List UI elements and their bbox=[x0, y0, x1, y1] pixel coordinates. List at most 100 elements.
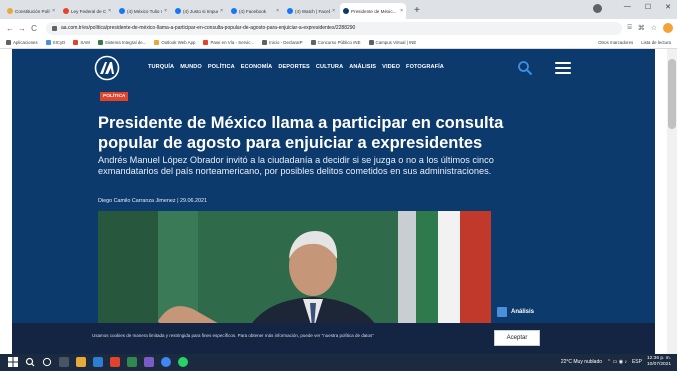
tab-title: (4) Justo si Impuesto... bbox=[183, 8, 218, 14]
edge-icon[interactable] bbox=[93, 357, 103, 367]
tab-title: Ley Federal de Consu... bbox=[71, 8, 107, 14]
back-button[interactable]: ← bbox=[4, 24, 16, 33]
tab-strip: Constitución Política...×Ley Federal de … bbox=[0, 0, 677, 19]
screen: Constitución Política...×Ley Federal de … bbox=[0, 0, 677, 371]
browser-tab[interactable]: Constitución Política...× bbox=[4, 3, 58, 19]
address-bar[interactable]: aa.com.tr/es/política/presidente-de-méxi… bbox=[46, 21, 622, 35]
weather-widget[interactable]: 22°C Muy nublado bbox=[561, 359, 602, 365]
windows-taskbar: 22°C Muy nublado ⌃ ▭ ◉ ♪ ESP 12:36 p. m.… bbox=[0, 354, 677, 371]
bookmark-item[interactable]: Aplicaciones bbox=[6, 40, 38, 45]
tab-favicon-icon bbox=[7, 8, 13, 14]
tab-close-icon[interactable]: × bbox=[332, 8, 335, 14]
related-section-label: Análisis bbox=[511, 309, 535, 315]
account-avatar[interactable] bbox=[663, 23, 673, 33]
task-view-icon[interactable] bbox=[42, 357, 52, 367]
page-scrollbar[interactable] bbox=[667, 49, 677, 354]
browser-tab[interactable]: (4) México Tulio Serv...× bbox=[116, 3, 170, 19]
related-section-link[interactable]: Análisis bbox=[497, 307, 534, 317]
excel-icon[interactable] bbox=[127, 357, 137, 367]
scrollbar-thumb[interactable] bbox=[668, 59, 676, 129]
tab-close-icon[interactable]: × bbox=[108, 8, 111, 14]
office-icon[interactable] bbox=[110, 357, 120, 367]
bookmark-favicon-icon bbox=[97, 40, 103, 45]
minimize-button[interactable]: — bbox=[624, 3, 631, 11]
teams-icon[interactable] bbox=[144, 357, 154, 367]
bookmark-favicon-icon bbox=[6, 40, 11, 45]
clock[interactable]: 12:36 p. m. 10/07/2021 bbox=[647, 356, 671, 368]
profile-icon[interactable] bbox=[593, 4, 602, 13]
bookmark-label: Pase en Vía - Servic... bbox=[210, 40, 255, 45]
analysis-icon bbox=[497, 307, 507, 317]
other-bookmarks-folder[interactable]: Otros marcadores bbox=[598, 40, 633, 45]
site-nav-item[interactable]: MUNDO bbox=[180, 64, 202, 70]
tab-close-icon[interactable]: × bbox=[400, 8, 403, 14]
site-nav-item[interactable]: POLÍTICA bbox=[208, 64, 235, 70]
clock-date: 10/07/2021 bbox=[646, 362, 671, 367]
lock-icon bbox=[52, 25, 57, 31]
browser-tab[interactable]: (4) Justo si Impuesto...× bbox=[172, 3, 226, 19]
site-nav-item[interactable]: FOTOGRAFÍA bbox=[406, 64, 444, 70]
file-explorer-icon[interactable] bbox=[76, 357, 86, 367]
bookmark-label: Campus Virtual | INE bbox=[375, 40, 417, 45]
site-nav-item[interactable]: VIDEO bbox=[382, 64, 400, 70]
widgets-icon[interactable] bbox=[59, 357, 69, 367]
tab-close-icon[interactable]: × bbox=[276, 8, 279, 14]
language-indicator[interactable]: ESP bbox=[632, 359, 642, 365]
reload-button[interactable]: C bbox=[28, 24, 40, 33]
close-window-button[interactable]: ✕ bbox=[665, 3, 671, 11]
bookmark-favicon-icon bbox=[154, 40, 160, 45]
maximize-button[interactable]: ☐ bbox=[645, 3, 651, 11]
bookmark-item[interactable]: Outlook Web App bbox=[154, 40, 195, 45]
bookmark-item[interactable]: Campus Virtual | INE bbox=[368, 40, 417, 45]
section-badge[interactable]: POLÍTICA bbox=[100, 92, 129, 101]
bookmark-favicon-icon bbox=[368, 40, 374, 45]
site-nav-item[interactable]: DEPORTES bbox=[278, 64, 310, 70]
tray-icons[interactable]: ⌃ ▭ ◉ ♪ bbox=[607, 359, 627, 365]
bookmark-star-icon[interactable]: ☆ bbox=[651, 24, 657, 32]
new-tab-button[interactable]: + bbox=[414, 5, 420, 16]
bookmark-item[interactable]: Inicio - DeclaraIP bbox=[262, 40, 303, 45]
tab-favicon-icon bbox=[175, 8, 181, 14]
windows-start-icon[interactable] bbox=[8, 357, 18, 367]
site-nav-item[interactable]: TURQUÍA bbox=[148, 64, 174, 70]
tab-close-icon[interactable]: × bbox=[220, 8, 223, 14]
search-taskbar-icon[interactable] bbox=[25, 357, 35, 367]
site-nav-item[interactable]: CULTURA bbox=[316, 64, 343, 70]
tab-close-icon[interactable]: × bbox=[52, 8, 55, 14]
tab-favicon-icon bbox=[119, 8, 125, 14]
browser-toolbar: ← → C aa.com.tr/es/política/presidente-d… bbox=[0, 19, 677, 37]
accept-cookies-button[interactable]: Aceptar bbox=[494, 330, 540, 346]
hamburger-menu-icon[interactable] bbox=[555, 62, 571, 74]
bookmark-label: SAM bbox=[80, 40, 90, 45]
bookmark-item[interactable]: Pase en Vía - Servic... bbox=[203, 40, 254, 45]
forward-button[interactable]: → bbox=[16, 24, 28, 33]
system-tray: 22°C Muy nublado ⌃ ▭ ◉ ♪ ESP 12:36 p. m.… bbox=[561, 356, 671, 368]
bookmark-label: Sistema Integral de... bbox=[104, 40, 147, 45]
bookmark-item[interactable]: Concurso Público INE bbox=[310, 40, 361, 45]
cookie-text: Usamos cookies de manera limitada y rest… bbox=[92, 333, 374, 338]
reading-list-button[interactable]: Lista de lectura bbox=[641, 40, 671, 45]
bookmark-item[interactable]: SICyD bbox=[45, 40, 66, 45]
tab-close-icon[interactable]: × bbox=[164, 8, 167, 14]
article-headline: Presidente de México llama a participar … bbox=[98, 114, 504, 152]
chrome-icon[interactable] bbox=[161, 357, 171, 367]
cookie-banner: Usamos cookies de manera limitada y rest… bbox=[12, 323, 655, 354]
browser-tab[interactable]: Ley Federal de Consu...× bbox=[60, 3, 114, 19]
site-nav: TURQUÍA MUNDO POLÍTICA ECONOMÍA DEPORTES CULT… bbox=[148, 64, 444, 70]
aa-logo[interactable] bbox=[94, 55, 120, 81]
search-icon[interactable] bbox=[517, 60, 533, 76]
browser-tab[interactable]: Presidente de Méxic... × bbox=[340, 3, 406, 19]
whatsapp-icon[interactable] bbox=[178, 357, 188, 367]
taskbar-apps bbox=[8, 357, 188, 367]
extensions-icon[interactable]: ⌘ bbox=[638, 24, 645, 32]
browser-tab[interactable]: (4) Watch | Facebook× bbox=[284, 3, 338, 19]
browser-tab[interactable]: (4) Facebook × bbox=[228, 3, 282, 19]
site-nav-item[interactable]: ANÁLISIS bbox=[349, 64, 376, 70]
bookmarks-bar: Aplicaciones SICyD SAM Sistema Integral de.… bbox=[0, 37, 677, 49]
bookmark-item[interactable]: SAM bbox=[73, 40, 90, 45]
translate-icon[interactable]: ⌸ bbox=[628, 24, 632, 32]
bookmark-label: SICyD bbox=[52, 40, 66, 45]
tab-favicon-icon bbox=[231, 8, 237, 14]
bookmark-item[interactable]: Sistema Integral de... bbox=[97, 40, 147, 45]
site-nav-item[interactable]: ECONOMÍA bbox=[241, 64, 273, 70]
